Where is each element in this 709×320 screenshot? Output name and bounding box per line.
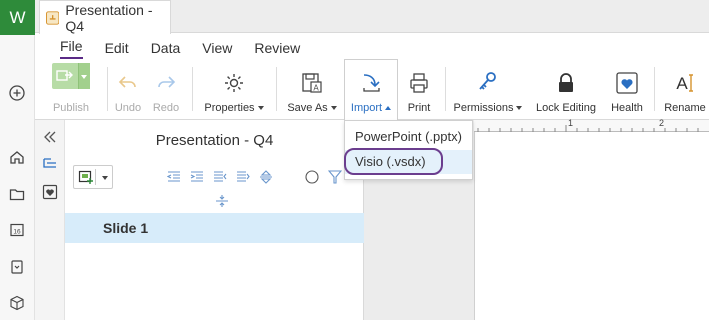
publish-label: Publish [52,102,90,114]
add-icon[interactable] [6,82,28,104]
permissions-button[interactable]: Permissions [453,63,523,115]
health-label: Health [611,102,643,114]
svg-text:16: 16 [13,229,21,236]
redo-label: Redo [152,102,180,114]
folder-icon[interactable] [6,183,28,205]
save-as-icon: A [301,68,323,98]
home-icon[interactable] [6,146,28,168]
favorites-icon[interactable] [42,184,58,205]
menu-view[interactable]: View [202,40,232,59]
outline-view-icon[interactable] [42,156,58,177]
import-dropdown-menu: PowerPoint (.pptx) Visio (.vsdx) [344,120,473,180]
promote-icon[interactable] [213,170,227,184]
collapse-pane-icon[interactable] [42,129,58,150]
left-rail: W 16 [0,0,35,320]
outline-tools [167,170,342,184]
indent-right-icon[interactable] [190,170,204,184]
move-up-down-icon[interactable] [259,170,273,184]
pane-title: Presentation - Q4 [155,132,274,149]
cube-icon[interactable] [6,292,28,314]
circle-shape-icon[interactable] [305,170,319,184]
horizontal-ruler[interactable]: 1 2 [474,118,709,132]
lock-editing-label: Lock Editing [536,102,596,114]
rename-label: Rename [664,102,706,114]
import-vsdx-option[interactable]: Visio (.vsdx) [345,150,472,174]
menu-edit[interactable]: Edit [105,40,129,59]
new-slide-icon [78,170,93,184]
slide-list-item[interactable]: Slide 1 [65,213,364,243]
permissions-label: Permissions [453,102,514,114]
collapse-all-icon[interactable] [215,194,229,208]
ruler-ticks [477,125,699,132]
calendar-icon[interactable]: 16 [6,219,28,241]
presentation-file-icon [46,10,60,25]
new-slide-split-button[interactable] [73,165,113,189]
rename-button[interactable]: A Rename [664,63,706,115]
app-window: W 16 Presentation - Q4 File Edit Data Vi [0,0,709,320]
undo-button[interactable]: Undo [113,63,143,115]
demote-icon[interactable] [236,170,250,184]
menu-data[interactable]: Data [151,40,181,59]
print-button[interactable]: Print [404,63,434,115]
indent-left-icon[interactable] [167,170,181,184]
import-label: Import [350,102,383,114]
ruler-mark-2: 2 [659,118,665,128]
import-icon [360,68,382,98]
lock-editing-button[interactable]: Lock Editing [536,63,596,115]
health-icon [616,68,638,98]
slide-canvas[interactable] [474,132,709,320]
undo-icon [118,68,138,98]
print-label: Print [407,102,431,114]
tab-strip: Presentation - Q4 [35,0,709,34]
menu-bar: File Edit Data View Review [35,33,709,59]
filter-icon[interactable] [328,170,342,184]
redo-button[interactable]: Redo [151,63,181,115]
svg-text:A: A [313,84,319,93]
app-logo: W [0,0,35,35]
document-tab[interactable]: Presentation - Q4 [39,0,171,34]
publish-button[interactable]: Publish [49,63,93,115]
import-button[interactable]: Import [345,63,397,115]
badge-icon[interactable] [6,256,28,278]
menu-review[interactable]: Review [254,40,300,59]
ribbon-divider [445,67,446,111]
properties-label: Properties [204,102,255,114]
slides-pane: Presentation - Q4 Slide 1 [35,120,364,320]
save-as-button[interactable]: A Save As [287,63,337,115]
ribbon-divider [192,67,193,111]
redo-icon [156,68,176,98]
ribbon-divider [654,67,655,111]
new-slide-dropdown-arrow[interactable] [102,176,108,180]
lock-icon [556,68,576,98]
ribbon-divider [107,67,108,111]
ribbon-divider [276,67,277,111]
health-button[interactable]: Health [609,63,645,115]
ribbon-toolbar: Publish Undo Redo Properties A Save As I… [35,59,709,121]
svg-text:A: A [676,74,688,93]
pane-side-strip [35,120,65,320]
document-tab-label: Presentation - Q4 [65,1,153,34]
key-icon [477,68,499,98]
printer-icon [408,68,430,98]
undo-label: Undo [114,102,142,114]
menu-file[interactable]: File [60,38,83,59]
slide-label: Slide 1 [103,220,149,236]
gear-icon [223,68,245,98]
ruler-mark-1: 1 [568,118,574,128]
import-pptx-option[interactable]: PowerPoint (.pptx) [345,125,472,149]
properties-button[interactable]: Properties [203,63,265,115]
rename-icon: A [674,68,696,98]
save-as-label: Save As [287,102,328,114]
